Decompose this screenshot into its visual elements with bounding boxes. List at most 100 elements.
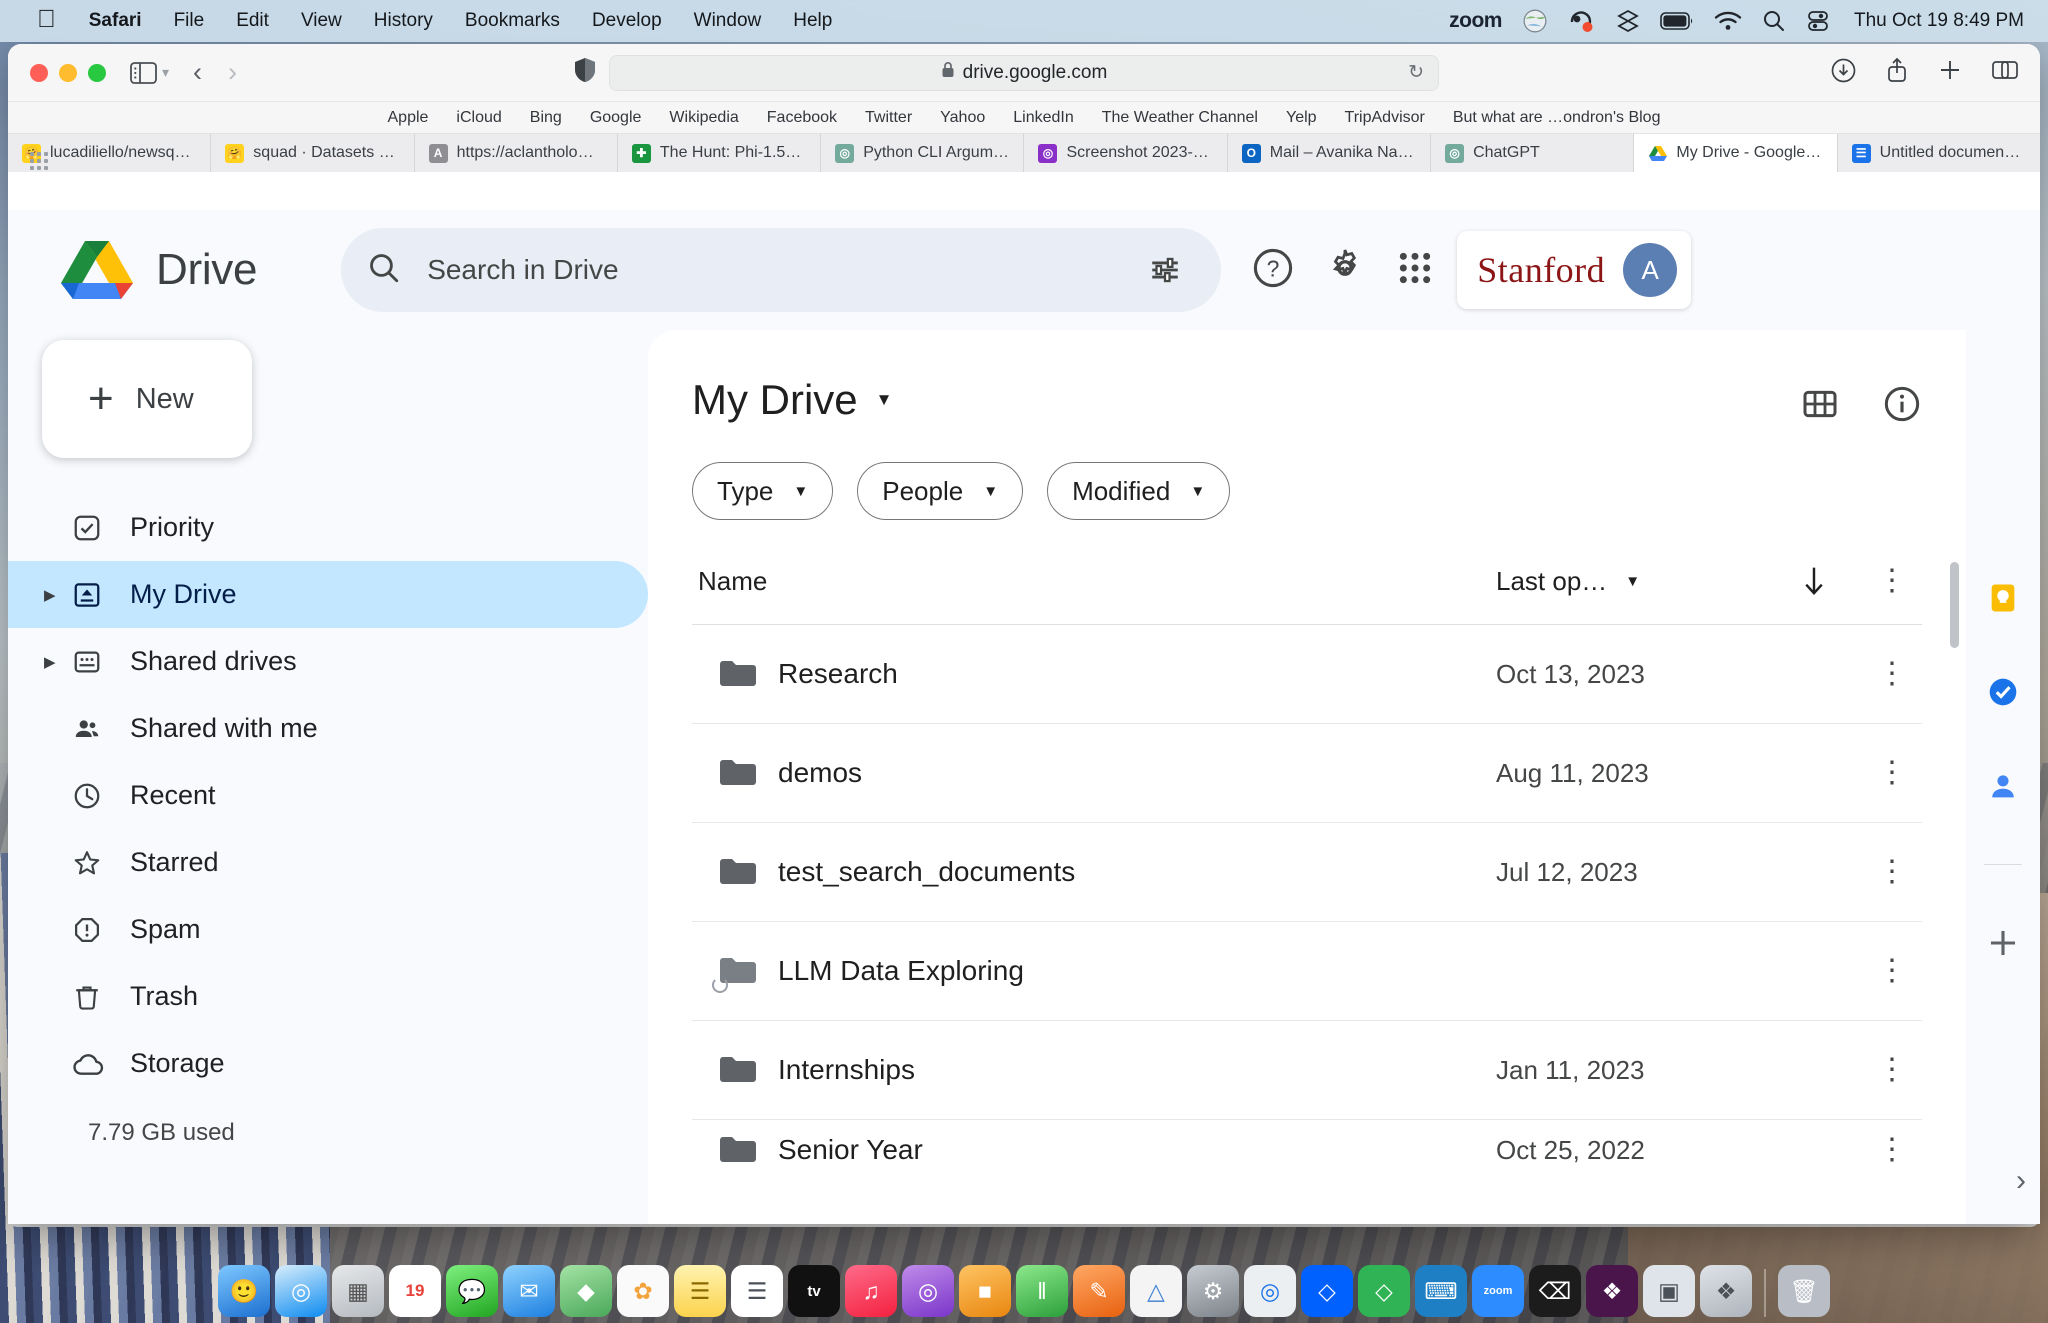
download-icon[interactable] — [1831, 58, 1856, 88]
tab-my-drive-google[interactable]: My Drive - Google… — [1634, 134, 1838, 172]
menu-item-file[interactable]: File — [158, 10, 221, 32]
bookmarks-grid-icon[interactable] — [30, 152, 48, 170]
reload-icon[interactable]: ↻ — [1408, 61, 1424, 84]
menu-item-safari[interactable]: Safari — [73, 10, 158, 32]
sidebar-item-shared-with-me[interactable]: Shared with me — [8, 695, 648, 762]
table-row[interactable]: Research Oct 13, 2023 ⋮ — [692, 625, 1922, 724]
wifi-icon[interactable] — [1714, 10, 1742, 32]
spotlight-search-icon[interactable] — [1762, 9, 1786, 33]
tab-untitled-document[interactable]: ☰ Untitled documen… — [1838, 134, 2040, 172]
terminal-icon[interactable]: ⌫ — [1529, 1265, 1581, 1317]
sidebar-item-my-drive[interactable]: ▶ My Drive — [8, 561, 648, 628]
photos-icon[interactable]: ✿ — [617, 1265, 669, 1317]
close-window-button[interactable] — [30, 63, 48, 82]
pages-icon[interactable]: ✎ — [1073, 1265, 1125, 1317]
row-more-options-icon[interactable]: ⋮ — [1862, 956, 1922, 986]
tab-aclanthology[interactable]: A https://aclantholo… — [415, 134, 618, 172]
bookmark-yelp[interactable]: Yelp — [1272, 109, 1331, 127]
bookmark-ondrons-blog[interactable]: But what are …ondron's Blog — [1439, 109, 1675, 127]
search-options-icon[interactable] — [1135, 240, 1195, 300]
menu-item-view[interactable]: View — [285, 10, 358, 32]
tab-squad-datasets[interactable]: 🤗 squad · Datasets a… — [211, 134, 415, 172]
filter-chip-modified[interactable]: Modified ▼ — [1047, 462, 1231, 520]
zoom-status-label[interactable]: zoom — [1449, 9, 1502, 33]
battery-icon[interactable] — [1660, 11, 1694, 31]
filter-chip-type[interactable]: Type ▼ — [692, 462, 834, 520]
new-button[interactable]: + New — [42, 340, 252, 458]
bookmark-linkedin[interactable]: LinkedIn — [999, 109, 1088, 127]
help-icon[interactable]: ? — [1251, 246, 1295, 295]
google-tasks-icon[interactable] — [1981, 670, 2025, 714]
sidebar-item-shared-drives[interactable]: ▶ Shared drives — [8, 628, 648, 695]
numbers-icon[interactable]: ‖ — [1016, 1265, 1068, 1317]
sidebar-item-spam[interactable]: Spam — [8, 896, 648, 963]
sort-descending-arrow-icon[interactable] — [1766, 564, 1862, 598]
bookmark-bing[interactable]: Bing — [516, 109, 576, 127]
settings-icon[interactable]: ⚙ — [1187, 1265, 1239, 1317]
bookmark-google[interactable]: Google — [576, 109, 656, 127]
bookmark-twitter[interactable]: Twitter — [851, 109, 926, 127]
keynote-icon[interactable]: ■ — [959, 1265, 1011, 1317]
new-tab-button[interactable] — [1938, 58, 1962, 87]
slack-icon[interactable]: ❖ — [1586, 1265, 1638, 1317]
menu-item-help[interactable]: Help — [777, 10, 848, 32]
notes-icon[interactable]: ☰ — [674, 1265, 726, 1317]
tab-chatgpt[interactable]: ◎ ChatGPT — [1431, 134, 1635, 172]
page-title[interactable]: My Drive ▼ — [692, 376, 1922, 424]
calendar-icon[interactable]: 19 — [389, 1265, 441, 1317]
google-apps-grid-icon[interactable] — [1395, 248, 1435, 293]
chrome-icon[interactable]: ◎ — [1244, 1265, 1296, 1317]
back-button[interactable]: ‹ — [193, 59, 202, 86]
appletv-icon[interactable]: tv — [788, 1265, 840, 1317]
apple-logo-icon[interactable]:  — [20, 7, 73, 32]
tab-screenshot-2023[interactable]: ◎ Screenshot 2023-… — [1024, 134, 1228, 172]
finder-icon[interactable]: 🙂 — [218, 1265, 270, 1317]
row-more-options-icon[interactable]: ⋮ — [1862, 659, 1922, 689]
preview-icon[interactable]: ▣ — [1643, 1265, 1695, 1317]
control-center-icon[interactable] — [1806, 9, 1830, 33]
expand-caret-icon[interactable]: ▶ — [44, 586, 72, 604]
info-icon[interactable] — [1882, 384, 1922, 429]
messages-icon[interactable]: 💬 — [446, 1265, 498, 1317]
sidebar-item-starred[interactable]: Starred — [8, 829, 648, 896]
main-scrollbar-thumb[interactable] — [1950, 562, 1959, 648]
google-drive-logo[interactable] — [60, 239, 134, 301]
avatar[interactable]: A — [1623, 243, 1678, 297]
bookmark-icloud[interactable]: iCloud — [442, 109, 515, 127]
row-more-options-icon[interactable]: ⋮ — [1862, 1135, 1922, 1165]
bookmark-apple[interactable]: Apple — [374, 109, 443, 127]
maps-icon[interactable]: ◆ — [560, 1265, 612, 1317]
expand-panel-icon[interactable]: › — [2016, 1164, 2026, 1198]
account-chip[interactable]: Stanford A — [1457, 231, 1692, 309]
mic-record-icon[interactable] — [1568, 8, 1596, 34]
bookmark-wikipedia[interactable]: Wikipedia — [655, 109, 752, 127]
reminders-icon[interactable]: ☰ — [731, 1265, 783, 1317]
menu-item-bookmarks[interactable]: Bookmarks — [449, 10, 576, 32]
google-keep-icon[interactable] — [1981, 576, 2025, 620]
bookmark-weather-channel[interactable]: The Weather Channel — [1088, 109, 1272, 127]
row-more-options-icon[interactable]: ⋮ — [1862, 857, 1922, 887]
screenshot-icon[interactable]: ❖ — [1700, 1265, 1752, 1317]
dropbox-alt-icon[interactable]: ◇ — [1358, 1265, 1410, 1317]
tab-python-cli-arguments[interactable]: ◎ Python CLI Argum… — [821, 134, 1025, 172]
vscode-icon[interactable]: ⌨ — [1415, 1265, 1467, 1317]
table-row[interactable]: Internships Jan 11, 2023 ⋮ — [692, 1021, 1922, 1120]
google-contacts-icon[interactable] — [1981, 764, 2025, 808]
sidebar-item-storage[interactable]: Storage — [8, 1030, 648, 1097]
chevron-down-icon[interactable]: ▼ — [876, 390, 893, 410]
launchpad-icon[interactable]: ▦ — [332, 1265, 384, 1317]
privacy-shield-icon[interactable] — [574, 57, 596, 88]
tab-mail-avanika[interactable]: O Mail – Avanika Nar… — [1228, 134, 1432, 172]
forward-button[interactable]: › — [228, 59, 237, 86]
dropbox-icon[interactable]: ◇ — [1301, 1265, 1353, 1317]
sidebar-toggle-button[interactable]: ▾ — [130, 61, 169, 84]
search-input[interactable]: Search in Drive — [427, 254, 1109, 286]
table-row[interactable]: test_search_documents Jul 12, 2023 ⋮ — [692, 823, 1922, 922]
share-icon[interactable] — [1886, 57, 1908, 88]
menu-item-develop[interactable]: Develop — [576, 10, 678, 32]
drive-search-bar[interactable]: Search in Drive — [341, 228, 1222, 312]
expand-caret-icon[interactable]: ▶ — [44, 653, 72, 671]
row-more-options-icon[interactable]: ⋮ — [1862, 758, 1922, 788]
filter-chip-people[interactable]: People ▼ — [857, 462, 1024, 520]
menu-item-window[interactable]: Window — [678, 10, 778, 32]
